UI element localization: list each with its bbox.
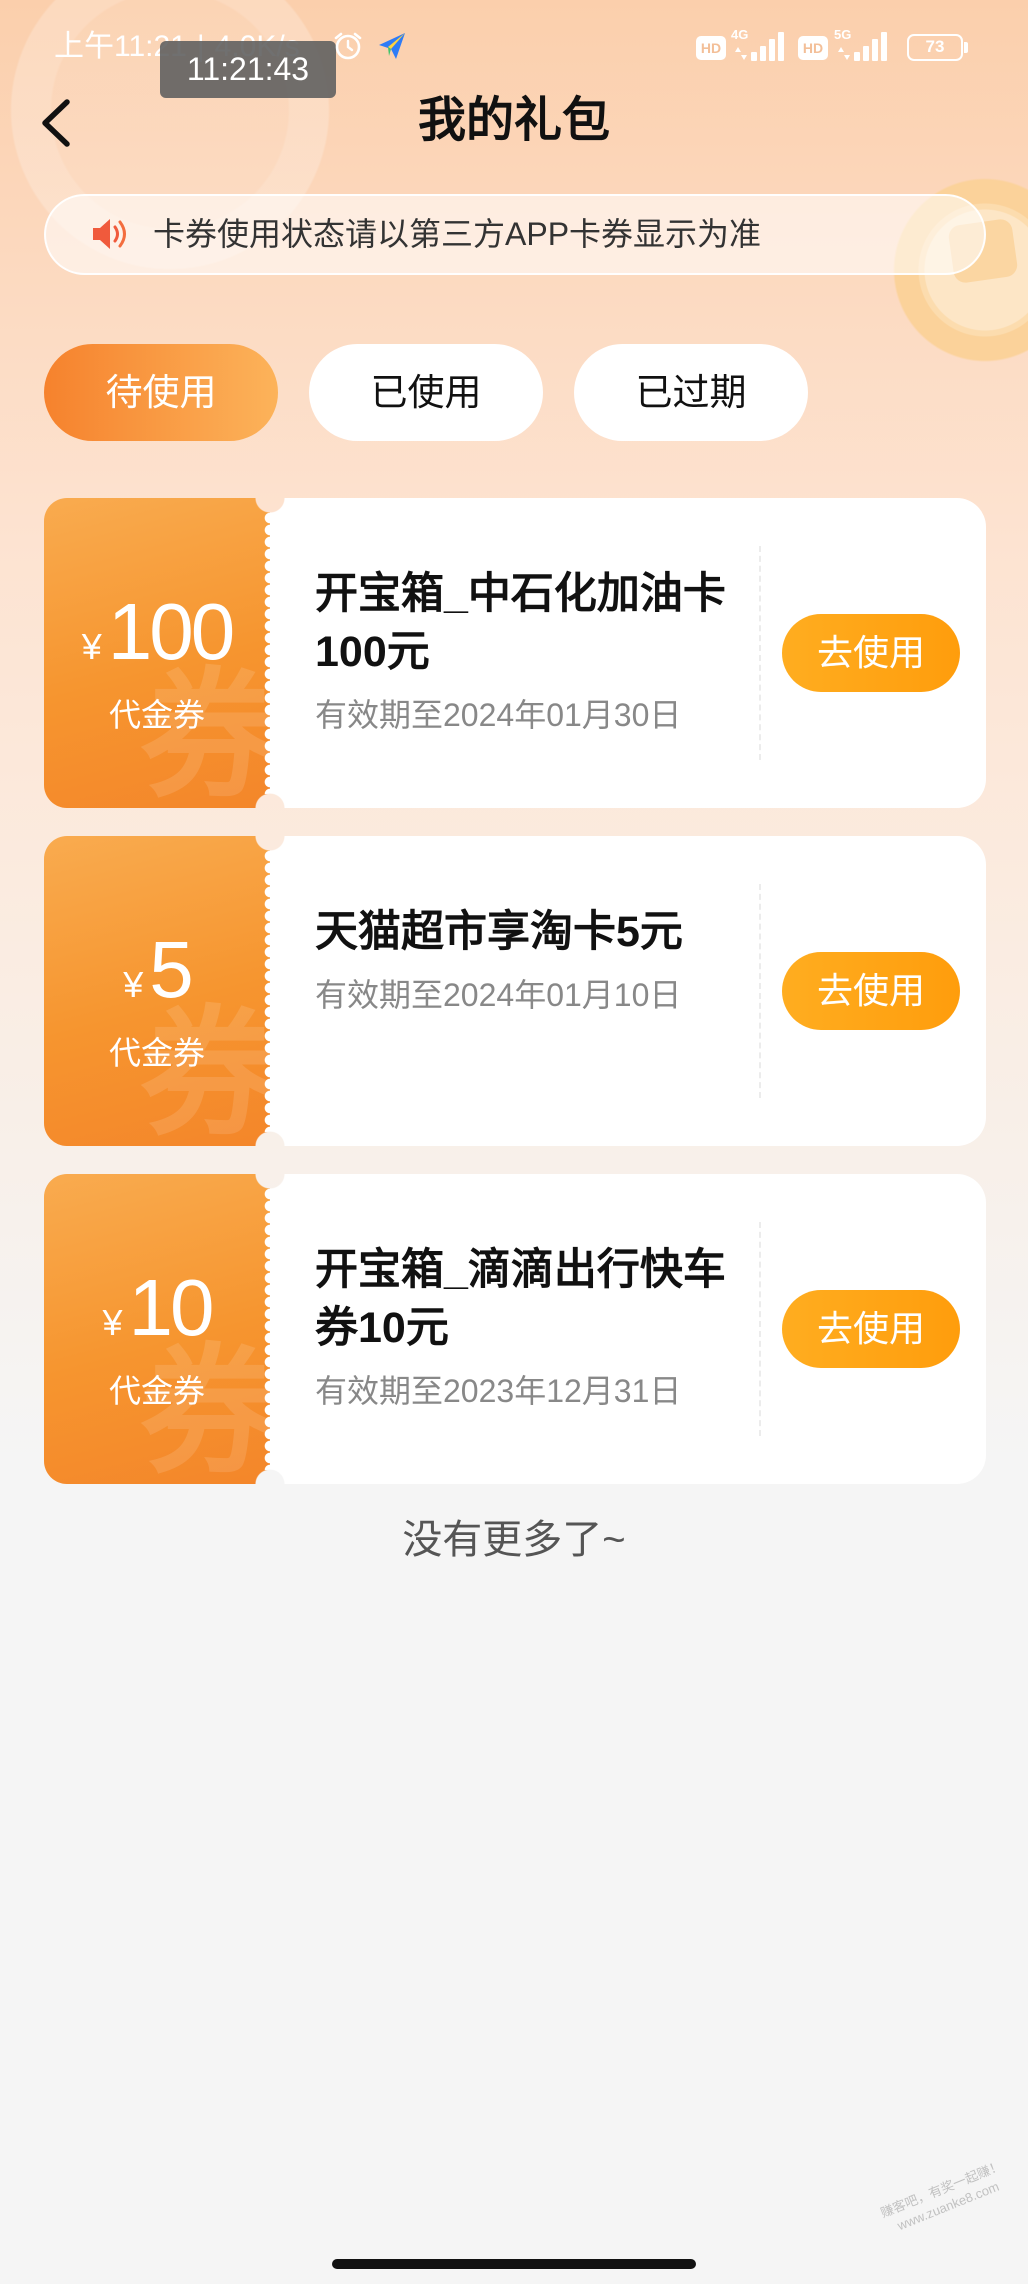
tab-unused[interactable]: 待使用 — [44, 344, 278, 441]
list-end-text: 没有更多了~ — [402, 1518, 626, 1562]
back-button[interactable] — [34, 96, 80, 150]
coupon-info: 天猫超市享淘卡5元 有效期至2024年01月10日 — [315, 903, 745, 1017]
hd-voice-badge: HD — [696, 36, 726, 60]
battery-level: 73 — [925, 37, 945, 56]
currency-symbol: ¥ — [81, 626, 102, 667]
battery-icon: 73 — [907, 34, 963, 61]
coupon-amount-value: 5 — [149, 925, 193, 1014]
coupon-amount: ¥100 — [44, 586, 270, 678]
perforation-edge — [258, 512, 270, 794]
use-coupon-button[interactable]: 去使用 — [782, 614, 960, 692]
coupon-details: 开宝箱_滴滴出行快车券10元 有效期至2023年12月31日 去使用 — [270, 1174, 986, 1484]
coupon-info: 开宝箱_滴滴出行快车券10元 有效期至2023年12月31日 — [315, 1241, 745, 1413]
coupon-type: 代金券 — [108, 697, 205, 733]
coupon-value-panel: 券 ¥100 代金券 — [44, 498, 270, 808]
notice-bar: 卡券使用状态请以第三方APP卡券显示为准 — [44, 194, 986, 275]
coupon-card: 券 ¥10 代金券 开宝箱_滴滴出行快车券10元 有效期至2023年12月31日… — [44, 1174, 986, 1484]
perforation-edge — [258, 1188, 270, 1470]
home-indicator[interactable] — [332, 2259, 696, 2269]
page-title: 我的礼包 — [417, 94, 610, 147]
coupon-amount: ¥5 — [44, 924, 270, 1016]
network-type-label: 5G — [834, 27, 852, 42]
coupon-title: 开宝箱_滴滴出行快车券10元 — [315, 1246, 726, 1352]
network-type-label: 4G — [731, 27, 749, 42]
hd-voice-badge: HD — [798, 36, 828, 60]
dashed-divider — [759, 884, 761, 1098]
coupon-details: 开宝箱_中石化加油卡100元 有效期至2024年01月30日 去使用 — [270, 498, 986, 808]
coupon-type: 代金券 — [108, 1373, 205, 1409]
chevron-left-icon — [42, 99, 70, 147]
coupon-card: 券 ¥5 代金券 天猫超市享淘卡5元 有效期至2024年01月10日 去使用 — [44, 836, 986, 1146]
alarm-clock-icon — [334, 32, 362, 60]
currency-symbol: ¥ — [102, 1302, 123, 1343]
use-coupon-button[interactable]: 去使用 — [782, 952, 960, 1030]
coupon-amount-value: 10 — [128, 1263, 215, 1352]
coupon-expiry: 有效期至2023年12月31日 — [315, 1373, 682, 1409]
speaker-icon — [93, 219, 126, 249]
coupon-value-panel: 券 ¥10 代金券 — [44, 1174, 270, 1484]
paper-plane-app-icon — [379, 33, 405, 59]
coupon-title: 开宝箱_中石化加油卡100元 — [315, 570, 726, 676]
currency-symbol: ¥ — [123, 964, 144, 1005]
coupon-type: 代金券 — [108, 1035, 205, 1071]
coupon-value-panel: 券 ¥5 代金券 — [44, 836, 270, 1146]
perforation-edge — [258, 850, 270, 1132]
battery-nub — [964, 42, 968, 53]
tab-expired[interactable]: 已过期 — [574, 344, 808, 441]
use-coupon-button[interactable]: 去使用 — [782, 1290, 960, 1368]
tab-used[interactable]: 已使用 — [309, 344, 543, 441]
coupon-list: 券 ¥100 代金券 开宝箱_中石化加油卡100元 有效期至2024年01月30… — [44, 498, 986, 1484]
coupon-amount: ¥10 — [44, 1262, 270, 1354]
dashed-divider — [759, 1222, 761, 1436]
coupon-info: 开宝箱_中石化加油卡100元 有效期至2024年01月30日 — [315, 565, 745, 737]
site-watermark: 赚客吧，有奖一起赚！ www.zuanke8.com — [871, 2154, 1020, 2242]
coupon-expiry: 有效期至2024年01月30日 — [315, 697, 682, 733]
notice-text: 卡券使用状态请以第三方APP卡券显示为准 — [153, 216, 762, 252]
coupon-card: 券 ¥100 代金券 开宝箱_中石化加油卡100元 有效期至2024年01月30… — [44, 498, 986, 808]
coupon-title: 天猫超市享淘卡5元 — [315, 908, 683, 956]
coupon-amount-value: 100 — [107, 587, 235, 676]
coupon-expiry: 有效期至2024年01月10日 — [315, 977, 682, 1013]
coupon-details: 天猫超市享淘卡5元 有效期至2024年01月10日 去使用 — [270, 836, 986, 1146]
dashed-divider — [759, 546, 761, 760]
my-gift-packs-screen: 上午11:21|4.0K/s 11:21:43 HD 4G HD 5G — [0, 0, 1028, 2284]
cellular-signal-icon: 4G — [731, 28, 787, 62]
cellular-signal-icon: 5G — [834, 28, 890, 62]
